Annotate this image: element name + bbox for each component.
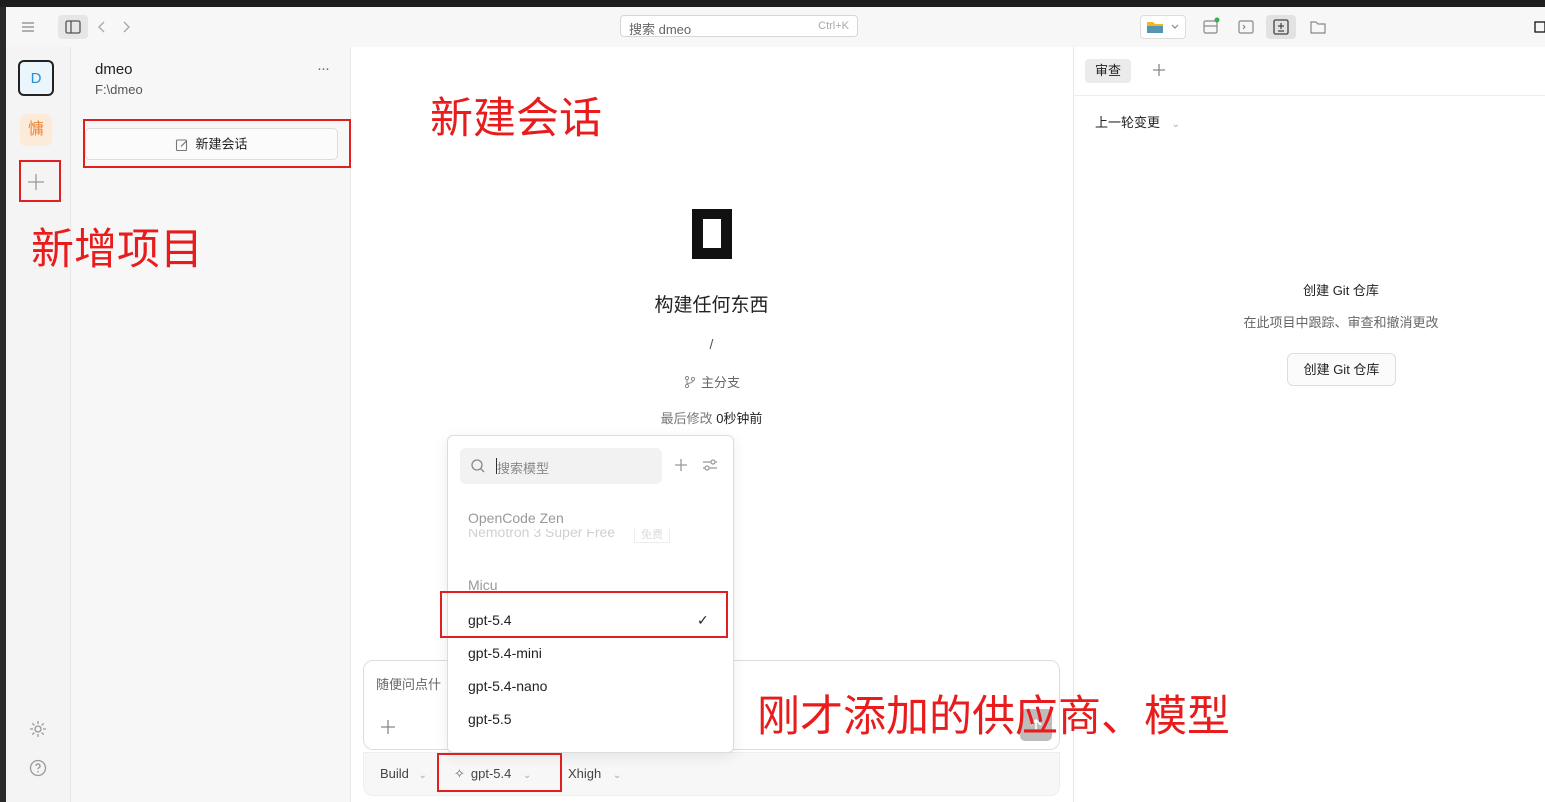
free-badge: 免费 [634,529,670,543]
model-item-faded-label: Nemotron 3 Super Free [468,529,616,540]
help-icon[interactable] [28,758,48,778]
settings-gear-icon[interactable] [28,719,48,739]
model-search-placeholder: 搜索模型 [497,461,550,476]
terminal-icon[interactable] [1236,17,1256,37]
search-placeholder: 搜索 dmeo [629,22,692,37]
back-icon[interactable] [94,17,110,37]
branch-info: 主分支 [351,372,1072,391]
forward-icon[interactable] [118,17,134,37]
annotation-box-add-project [19,160,61,202]
files-icon[interactable] [1308,17,1328,37]
last-modified: 最后修改 0秒钟前 [351,408,1072,427]
app-logo [692,209,732,259]
project-2[interactable]: 慵 [20,114,52,146]
menu-icon[interactable] [20,17,40,37]
add-tab-icon[interactable] [1152,63,1166,77]
divider [1074,95,1545,96]
annotation-add-project: 新增项目 [31,225,203,275]
model-search-input[interactable]: 搜索模型 [460,448,662,484]
agent-label: Build [380,766,409,781]
status-icon[interactable] [1201,17,1221,37]
last-modified-value: 0秒钟前 [716,411,763,426]
search-shortcut: Ctrl+K [818,20,849,32]
project-d-label: D [30,70,42,87]
project-2-label: 慵 [27,121,44,138]
maximize-icon[interactable] [1532,17,1545,37]
effort-label: Xhigh [568,766,602,781]
model-item-gpt-5-4-nano[interactable]: gpt-5.4-nano [468,678,547,694]
chevron-down-icon: ⌄ [612,770,622,781]
attach-plus-icon[interactable] [378,717,398,737]
os-top-strip [0,0,1545,7]
project-path: F:\dmeo [95,82,143,97]
changes-select-label: 上一轮变更 [1095,115,1161,130]
annotation-provider-model: 刚才添加的供应商、模型 [757,692,1230,742]
chevron-down-icon: ⌄ [418,770,427,781]
project-d[interactable]: D [18,60,54,96]
chevron-down-icon: ⌄ [1171,119,1181,130]
search-icon [470,458,486,474]
main-headline: 构建任何东西 [654,295,769,316]
review-panel-icon[interactable] [1266,15,1296,39]
last-modified-label: 最后修改 [660,411,713,426]
branch-icon [683,375,697,389]
more-options-icon[interactable]: ··· [317,60,330,77]
open-in-explorer-button[interactable] [1140,15,1186,39]
folder-icon [1147,22,1179,33]
project-name: dmeo [95,61,133,78]
model-item-gpt-5-4-mini[interactable]: gpt-5.4-mini [468,645,542,661]
global-search-input[interactable]: 搜索 dmeo Ctrl+K [620,15,858,37]
tab-review[interactable]: 审查 [1085,59,1131,83]
agent-select[interactable]: Build ⌄ [380,766,427,781]
composer-input[interactable]: 随便问点什 [376,674,441,693]
empty-state-title: 创建 Git 仓库 [1303,283,1379,298]
create-git-repo-button[interactable]: 创建 Git 仓库 [1287,353,1396,386]
add-model-icon[interactable] [674,458,688,472]
toggle-sidebar-icon[interactable] [58,15,88,39]
effort-select[interactable]: Xhigh ⌄ [568,766,621,781]
changes-select[interactable]: 上一轮变更 ⌄ [1095,112,1180,131]
annotation-box-selected-model [440,591,728,638]
provider-settings-icon[interactable] [702,458,718,472]
annotation-box-new-conversation [83,119,351,168]
model-item-gpt-5-5[interactable]: gpt-5.5 [468,711,512,727]
model-item-faded[interactable]: Nemotron 3 Super Free 免费 [468,529,708,545]
annotation-box-model-select [437,753,562,792]
empty-state-description: 在此项目中跟踪、审查和撤消更改 [1243,315,1439,330]
annotation-new-conversation: 新建会话 [430,94,602,144]
branch-label: 主分支 [700,375,740,390]
project-root-path: / [709,336,714,352]
group-opencode-zen: OpenCode Zen [468,510,564,526]
